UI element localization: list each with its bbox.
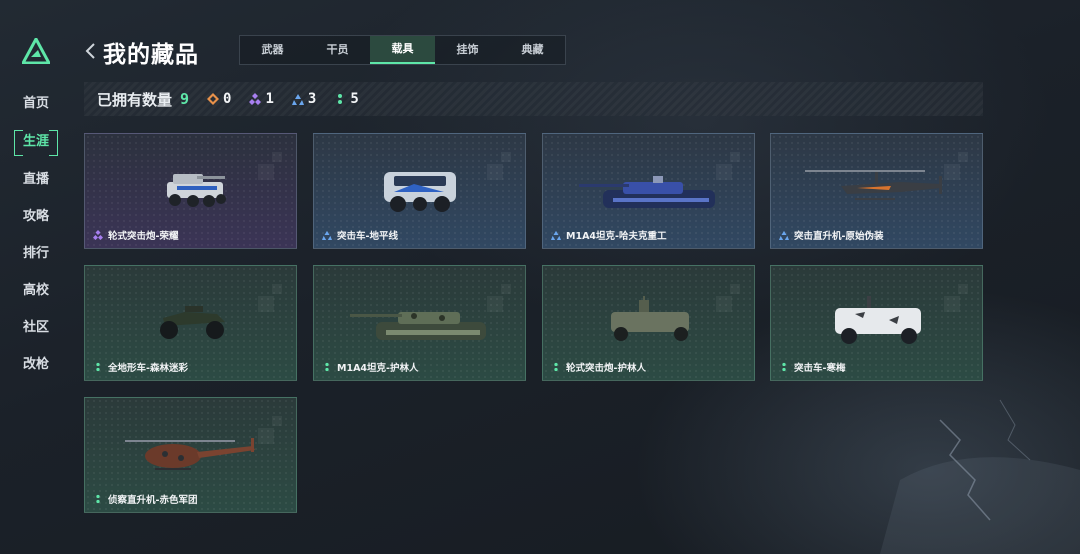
attack-helicopter-image <box>805 170 942 200</box>
vehicle-grid: 轮式突击炮-荣耀 突击车-地平线 M1A4坦克-哈夫克重工 突击直升机-原始伪装… <box>84 133 984 513</box>
blue-rarity-icon <box>322 230 332 240</box>
sidebar-item-guides[interactable]: 攻略 <box>14 205 58 229</box>
count-blue: 3 <box>291 91 316 107</box>
vehicle-card[interactable]: M1A4坦克-护林人 <box>313 265 526 381</box>
blue-rarity-icon <box>779 230 789 240</box>
tab-vehicles[interactable]: 载具 <box>370 36 435 64</box>
vehicle-name: 轮式突击炮-荣耀 <box>108 231 179 242</box>
vehicle-name: 突击车-寒梅 <box>794 363 846 374</box>
vehicle-name: 全地形车-森林迷彩 <box>108 363 188 374</box>
green-rarity-icon <box>96 494 100 504</box>
sidebar-item-career[interactable]: 生涯 <box>14 130 58 156</box>
vehicle-name: M1A4坦克-护林人 <box>337 363 419 374</box>
green-rarity-icon <box>782 362 786 372</box>
vehicle-card[interactable]: 轮式突击炮-护林人 <box>542 265 755 381</box>
sidebar-item-ranking[interactable]: 排行 <box>14 242 58 266</box>
vehicle-name: 突击直升机-原始伪装 <box>794 231 884 242</box>
vehicle-card[interactable]: 轮式突击炮-荣耀 <box>84 133 297 249</box>
scout-helicopter-image <box>125 438 255 470</box>
purple-rarity-icon <box>93 230 103 240</box>
vehicle-name: 侦察直升机-赤色军团 <box>108 495 198 506</box>
tab-collection[interactable]: 典藏 <box>500 36 565 64</box>
vehicle-card[interactable]: 突击车-寒梅 <box>770 265 983 381</box>
tab-weapons[interactable]: 武器 <box>240 36 305 64</box>
owned-count-total: 9 <box>180 90 190 108</box>
orange-rarity-icon <box>207 93 220 105</box>
green-rarity-icon <box>96 362 100 372</box>
vehicle-card[interactable]: 突击车-地平线 <box>313 133 526 249</box>
vehicle-card[interactable]: 全地形车-森林迷彩 <box>84 265 297 381</box>
back-chevron-icon[interactable] <box>84 42 98 60</box>
owned-count-bar: 已拥有数量 9 0 1 3 5 <box>84 82 983 116</box>
sidebar-item-college[interactable]: 高校 <box>14 279 58 303</box>
sidebar-item-home[interactable]: 首页 <box>14 92 58 116</box>
assault-car-image <box>835 296 921 344</box>
sidebar-item-gun-mod[interactable]: 改枪 <box>14 353 58 377</box>
vehicle-card[interactable]: 突击直升机-原始伪装 <box>770 133 983 249</box>
tank-image <box>350 312 486 340</box>
vehicle-card[interactable]: 侦察直升机-赤色军团 <box>84 397 297 513</box>
vehicle-name: M1A4坦克-哈夫克重工 <box>566 231 667 242</box>
atv-image <box>160 306 225 339</box>
sidebar-item-community[interactable]: 社区 <box>14 316 58 340</box>
category-tabs: 武器 干员 载具 挂饰 典藏 <box>239 35 566 65</box>
vehicle-name: 突击车-地平线 <box>337 231 398 242</box>
vehicle-name: 轮式突击炮-护林人 <box>566 363 646 374</box>
count-orange: 0 <box>207 91 231 107</box>
green-rarity-icon <box>338 94 343 104</box>
green-rarity-icon <box>325 362 329 372</box>
assault-car-image <box>384 172 456 212</box>
sidebar: 首页 生涯 直播 攻略 排行 高校 社区 改枪 <box>0 0 72 554</box>
purple-rarity-icon <box>249 93 262 105</box>
page-title: 我的藏品 <box>103 42 199 68</box>
sidebar-item-live[interactable]: 直播 <box>14 168 58 192</box>
wheeled-assault-gun-image <box>167 174 226 207</box>
vehicle-card[interactable]: M1A4坦克-哈夫克重工 <box>542 133 755 249</box>
count-green: 5 <box>334 91 359 107</box>
owned-count-label: 已拥有数量 <box>97 90 173 109</box>
app-logo-icon[interactable] <box>22 38 50 64</box>
count-purple: 1 <box>249 91 274 107</box>
tank-image <box>579 176 715 208</box>
tab-operators[interactable]: 干员 <box>305 36 370 64</box>
green-rarity-icon <box>554 362 558 372</box>
wheeled-assault-gun-image <box>611 296 689 341</box>
tab-charms[interactable]: 挂饰 <box>435 36 500 64</box>
blue-rarity-icon <box>551 230 561 240</box>
blue-rarity-icon <box>291 94 304 105</box>
